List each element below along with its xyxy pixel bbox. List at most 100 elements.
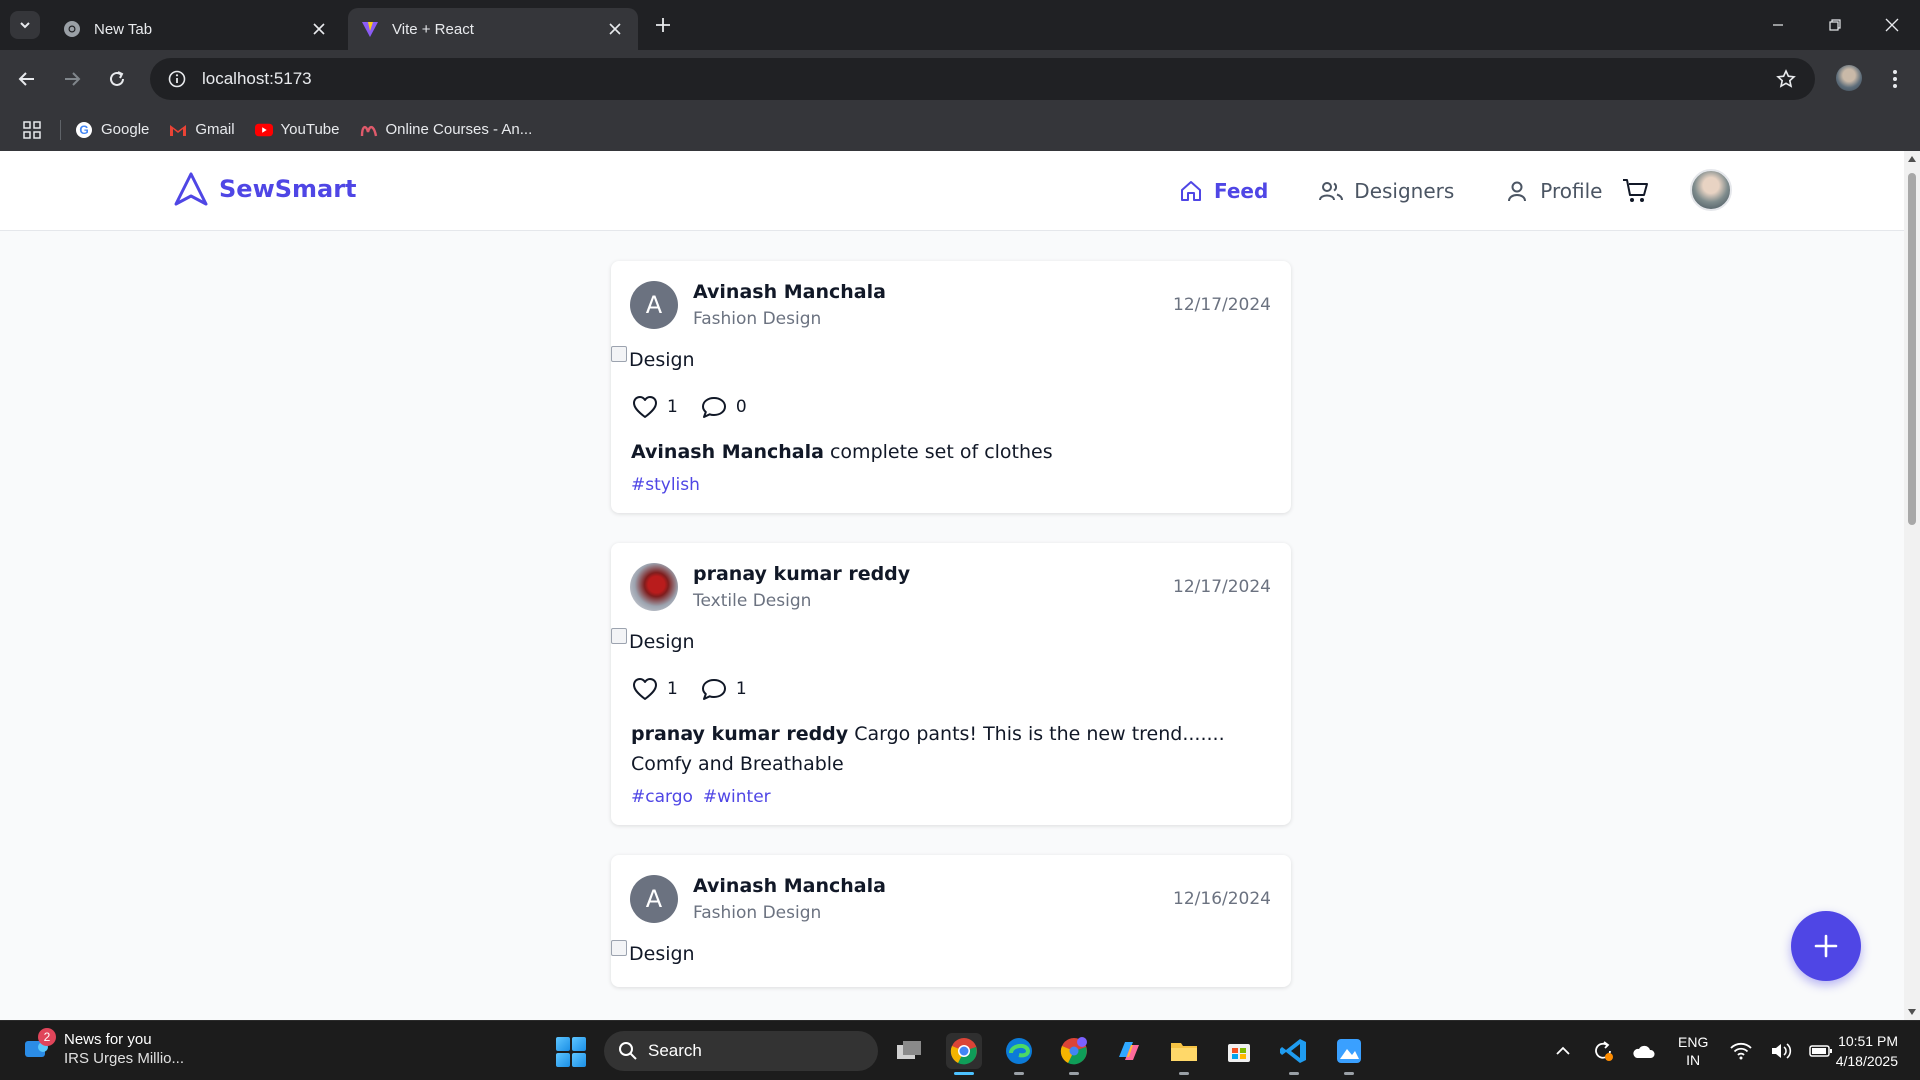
plus-icon <box>656 18 670 32</box>
chrome-icon <box>62 19 82 39</box>
close-icon[interactable] <box>308 18 330 40</box>
bookmark-divider <box>60 119 61 140</box>
tab-search-button[interactable] <box>10 11 40 39</box>
volume-icon[interactable] <box>1768 1038 1794 1064</box>
post-image[interactable]: Design <box>611 939 1271 969</box>
author-name[interactable]: pranay kumar reddy <box>693 563 910 585</box>
post-image[interactable]: Design <box>611 627 1271 657</box>
close-window-icon[interactable] <box>1863 0 1920 50</box>
page-scrollbar[interactable] <box>1904 151 1920 1020</box>
taskbar-edge[interactable] <box>1001 1033 1037 1075</box>
nav-item-feed[interactable]: Feed <box>1178 178 1268 204</box>
news-icon: 2 <box>22 1028 56 1064</box>
taskbar-photos[interactable] <box>1331 1033 1367 1075</box>
like-count: 1 <box>667 397 678 417</box>
bookmark-gmail[interactable]: Gmail <box>169 121 235 139</box>
like-button[interactable]: 1 <box>631 675 678 703</box>
like-button[interactable]: 1 <box>631 393 678 421</box>
nav-label: Designers <box>1354 179 1455 203</box>
tab-title: Vite + React <box>392 20 474 38</box>
site-info-icon[interactable] <box>157 58 197 100</box>
caption-author[interactable]: pranay kumar reddy <box>631 723 848 745</box>
author-avatar[interactable]: A <box>630 281 678 329</box>
comment-count: 1 <box>735 679 747 699</box>
author-name[interactable]: Avinash Manchala <box>693 875 886 897</box>
user-avatar[interactable] <box>1690 169 1732 211</box>
language-indicator[interactable]: ENG IN <box>1678 1033 1708 1069</box>
arrow-right-icon <box>65 72 81 86</box>
post-header: A Avinash Manchala Fashion Design 12/17/… <box>630 281 1271 329</box>
tab-title: New Tab <box>94 20 153 38</box>
apps-grid-icon[interactable] <box>20 118 44 142</box>
nav-item-profile[interactable]: Profile <box>1504 178 1602 204</box>
windows-taskbar: 2 News for you IRS Urges Millio... Searc… <box>0 1020 1920 1080</box>
chrome-icon <box>950 1038 977 1065</box>
scroll-down-arrow-icon[interactable] <box>1907 1007 1917 1017</box>
back-button[interactable] <box>10 62 44 96</box>
bookmark-youtube[interactable]: YouTube <box>254 121 340 139</box>
nav-label: Feed <box>1214 179 1269 203</box>
svg-text:G: G <box>79 123 88 137</box>
tag-link[interactable]: #stylish <box>631 475 700 495</box>
chevron-up-icon[interactable] <box>1550 1038 1576 1064</box>
nav-item-designers[interactable]: Designers <box>1318 178 1454 204</box>
address-bar[interactable]: localhost:5173 <box>150 58 1815 100</box>
taskbar-chrome[interactable] <box>946 1033 982 1075</box>
sync-icon[interactable] <box>1590 1038 1616 1064</box>
cart-button[interactable] <box>1620 176 1650 206</box>
app-header: SewSmart Feed Designers Profile <box>0 151 1904 231</box>
running-indicator <box>1014 1072 1024 1075</box>
news-widget[interactable]: 2 News for you IRS Urges Millio... <box>22 1028 184 1067</box>
bookmark-label: YouTube <box>280 121 340 138</box>
author-avatar[interactable] <box>630 563 678 611</box>
system-clock[interactable]: 10:51 PM 4/18/2025 <box>1836 1031 1898 1071</box>
taskbar-copilot[interactable] <box>1111 1033 1147 1069</box>
chrome-profile-icon <box>1060 1037 1087 1065</box>
tab-new-tab[interactable]: New Tab <box>50 8 342 50</box>
post-image[interactable]: Design <box>611 345 1271 375</box>
taskbar-store[interactable] <box>1221 1033 1257 1069</box>
tag-link[interactable]: #winter <box>703 787 771 807</box>
bookmark-online-courses[interactable]: Online Courses - An... <box>360 121 532 139</box>
task-view-button[interactable] <box>891 1033 927 1069</box>
bookmark-google[interactable]: G Google <box>75 121 149 139</box>
image-alt-text: Design <box>629 631 695 653</box>
taskbar-file-explorer[interactable] <box>1166 1033 1202 1075</box>
tab-vite-react[interactable]: Vite + React <box>348 8 638 50</box>
forward-button[interactable] <box>55 62 89 96</box>
more-menu-icon[interactable] <box>1880 64 1910 94</box>
search-label: Search <box>648 1041 702 1060</box>
caption-author[interactable]: Avinash Manchala <box>631 441 824 463</box>
author-name[interactable]: Avinash Manchala <box>693 281 886 303</box>
comment-button[interactable]: 1 <box>700 675 747 703</box>
create-post-button[interactable] <box>1791 911 1861 981</box>
scrollbar-thumb[interactable] <box>1908 173 1916 525</box>
heart-icon <box>631 675 659 703</box>
onedrive-cloud-icon[interactable] <box>1630 1038 1656 1064</box>
start-button[interactable] <box>556 1037 586 1067</box>
taskbar-search[interactable]: Search <box>604 1031 878 1071</box>
bookmark-label: Google <box>101 121 150 138</box>
scroll-up-arrow-icon[interactable] <box>1907 154 1917 164</box>
brand-logo-link[interactable]: SewSmart <box>173 171 357 207</box>
bookmarks-bar: G Google Gmail YouTube Online Courses - … <box>0 108 1920 151</box>
tag-link[interactable]: #cargo <box>631 787 693 807</box>
battery-icon[interactable] <box>1808 1038 1834 1064</box>
reload-button[interactable] <box>100 62 134 96</box>
cart-icon <box>1623 179 1648 202</box>
browser-tab-strip: New Tab Vite + React <box>0 0 1920 50</box>
author-avatar[interactable]: A <box>630 875 678 923</box>
wifi-icon[interactable] <box>1728 1038 1754 1064</box>
caption-text: complete set of clothes <box>829 441 1053 463</box>
new-tab-button[interactable] <box>650 12 676 38</box>
browser-profile-avatar[interactable] <box>1836 65 1862 91</box>
comment-button[interactable]: 0 <box>700 393 747 421</box>
restore-icon[interactable] <box>1806 0 1863 50</box>
taskbar-chrome-profile[interactable] <box>1056 1033 1092 1075</box>
close-icon[interactable] <box>604 18 626 40</box>
minimize-icon[interactable] <box>1749 0 1806 50</box>
taskbar-vscode[interactable] <box>1276 1033 1312 1075</box>
url-text[interactable]: localhost:5173 <box>202 69 1766 89</box>
post-caption: Avinash Manchala complete set of clothes <box>631 437 1271 467</box>
bookmark-star-icon[interactable] <box>1766 58 1806 100</box>
